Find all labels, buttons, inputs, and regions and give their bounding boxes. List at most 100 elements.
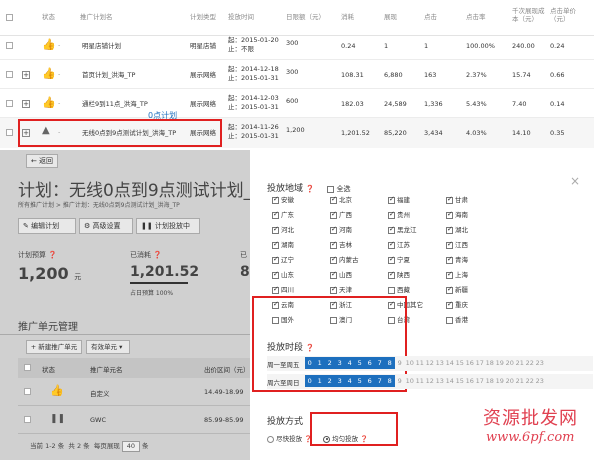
thumb-up-icon[interactable]: 👍 <box>42 67 56 80</box>
header-cost[interactable]: 消耗 <box>341 13 354 21</box>
province-checkbox[interactable] <box>272 225 279 234</box>
hour-cell[interactable]: 0 <box>305 357 315 369</box>
hour-cell[interactable]: 23 <box>535 357 545 369</box>
hour-cell[interactable]: 7 <box>375 375 385 387</box>
province-option[interactable]: 安徽 <box>272 194 294 204</box>
hour-cell[interactable]: 10 <box>405 375 415 387</box>
province-checkbox[interactable] <box>388 225 395 234</box>
page-size-input[interactable]: 40 <box>121 441 140 452</box>
hour-cell[interactable]: 16 <box>465 357 475 369</box>
hour-cell[interactable]: 16 <box>465 375 475 387</box>
close-icon[interactable]: × <box>570 174 580 188</box>
province-checkbox[interactable] <box>388 240 395 249</box>
header-cpm[interactable]: 千次展现成本（元） <box>512 7 546 23</box>
province-option[interactable]: 河南 <box>330 224 352 234</box>
province-checkbox[interactable] <box>330 210 337 219</box>
province-checkbox[interactable] <box>330 255 337 264</box>
hour-cell[interactable]: 6 <box>365 375 375 387</box>
select-all-checkbox[interactable] <box>24 364 31 371</box>
province-option[interactable]: 广东 <box>272 209 294 219</box>
thumb-up-icon[interactable]: 👍 <box>42 38 56 51</box>
hour-cell[interactable]: 21 <box>515 375 525 387</box>
hour-cell[interactable]: 22 <box>525 375 535 387</box>
hour-cell[interactable]: 13 <box>435 357 445 369</box>
header-cpc[interactable]: 点击单价（元） <box>550 7 580 23</box>
province-checkbox[interactable] <box>272 270 279 279</box>
province-checkbox[interactable] <box>330 270 337 279</box>
province-option[interactable]: 天津 <box>330 284 352 294</box>
hour-cell[interactable]: 21 <box>515 357 525 369</box>
budget-value[interactable]: 300 <box>286 39 298 48</box>
province-checkbox[interactable] <box>388 255 395 264</box>
province-option[interactable]: 山西 <box>330 269 352 279</box>
province-checkbox[interactable] <box>446 210 453 219</box>
plan-name[interactable]: 明星店铺计划 <box>82 42 121 51</box>
province-checkbox[interactable] <box>388 286 395 294</box>
hour-cell[interactable]: 20 <box>505 375 515 387</box>
hour-cell[interactable]: 18 <box>485 375 495 387</box>
province-option[interactable]: 重庆 <box>446 299 468 309</box>
add-unit-button[interactable]: + 新建推广单元 <box>26 340 82 354</box>
dropdown-indicator[interactable]: - <box>58 41 60 50</box>
province-option[interactable]: 江西 <box>446 239 468 249</box>
expand-icon[interactable]: + <box>22 71 30 79</box>
hour-cell[interactable]: 15 <box>455 375 465 387</box>
province-option[interactable]: 香港 <box>446 314 468 324</box>
table-row[interactable]: ❚❚ GWC 85.99-85.99 <box>18 406 250 434</box>
province-checkbox[interactable] <box>330 225 337 234</box>
province-checkbox[interactable] <box>446 285 453 294</box>
hour-cell[interactable]: 5 <box>355 375 365 387</box>
pause-icon[interactable]: ❚❚ <box>50 414 65 424</box>
hour-cell[interactable]: 18 <box>485 357 495 369</box>
province-option[interactable]: 内蒙古 <box>330 254 359 264</box>
hour-cell[interactable]: 14 <box>445 375 455 387</box>
hour-cell[interactable]: 1 <box>315 357 325 369</box>
row-checkbox[interactable] <box>24 416 31 423</box>
row-checkbox[interactable] <box>6 42 13 49</box>
breadcrumb[interactable]: 所有推广计划 > 推广计划：无线0点到9点测试计划_洪海_TP <box>18 200 180 209</box>
hour-cell[interactable]: 0 <box>305 375 315 387</box>
hour-cell[interactable]: 6 <box>365 357 375 369</box>
hour-cell[interactable]: 22 <box>525 357 535 369</box>
expand-icon[interactable]: + <box>22 100 30 108</box>
row-checkbox[interactable] <box>6 71 13 78</box>
province-option[interactable]: 四川 <box>272 284 294 294</box>
hour-cell[interactable]: 19 <box>495 357 505 369</box>
unit-name[interactable]: GWC <box>90 416 106 424</box>
province-option[interactable]: 江苏 <box>388 239 410 249</box>
unit-filter-select[interactable]: 有效单元 ▾ <box>86 340 130 354</box>
radio-unchecked[interactable] <box>267 435 274 443</box>
back-button[interactable]: ← 返回 <box>26 154 58 168</box>
province-checkbox[interactable] <box>446 255 453 264</box>
province-option[interactable]: 河北 <box>272 224 294 234</box>
plan-status-button[interactable]: ❚❚ 计划投放中 <box>136 218 200 234</box>
unit-name[interactable]: 自定义 <box>90 388 110 398</box>
province-option[interactable]: 海南 <box>446 209 468 219</box>
budget-value[interactable]: 600 <box>286 97 298 106</box>
hour-cell[interactable]: 7 <box>375 357 385 369</box>
province-option[interactable]: 上海 <box>446 269 468 279</box>
hour-cell[interactable]: 12 <box>425 357 435 369</box>
row-checkbox[interactable] <box>6 100 13 107</box>
province-checkbox[interactable] <box>388 270 395 279</box>
row-checkbox[interactable] <box>6 129 13 136</box>
province-option[interactable]: 山东 <box>272 269 294 279</box>
hour-cell[interactable]: 17 <box>475 375 485 387</box>
table-row[interactable]: + 👍 - 首页计划_洪海_TP 展示网络 起：2014-12-18 止：201… <box>0 60 594 89</box>
hour-cell[interactable]: 9 <box>395 375 405 387</box>
budget-value[interactable]: 300 <box>286 68 298 77</box>
mode-fast-option[interactable]: 尽快投放 ❓ <box>267 433 312 443</box>
province-checkbox[interactable] <box>388 210 395 219</box>
province-checkbox[interactable] <box>446 300 453 309</box>
select-all-checkbox[interactable] <box>327 185 335 193</box>
plan-name[interactable]: 通栏9到11点_洪海_TP <box>82 100 148 109</box>
province-checkbox[interactable] <box>272 210 279 219</box>
budget-value[interactable]: 1,200 <box>286 126 305 135</box>
hour-cell[interactable]: 8 <box>385 357 395 369</box>
hour-cell[interactable]: 15 <box>455 357 465 369</box>
province-checkbox[interactable] <box>330 285 337 294</box>
hour-cell[interactable]: 23 <box>535 375 545 387</box>
province-checkbox[interactable] <box>446 225 453 234</box>
hour-cell[interactable]: 20 <box>505 357 515 369</box>
hour-cell[interactable]: 14 <box>445 357 455 369</box>
